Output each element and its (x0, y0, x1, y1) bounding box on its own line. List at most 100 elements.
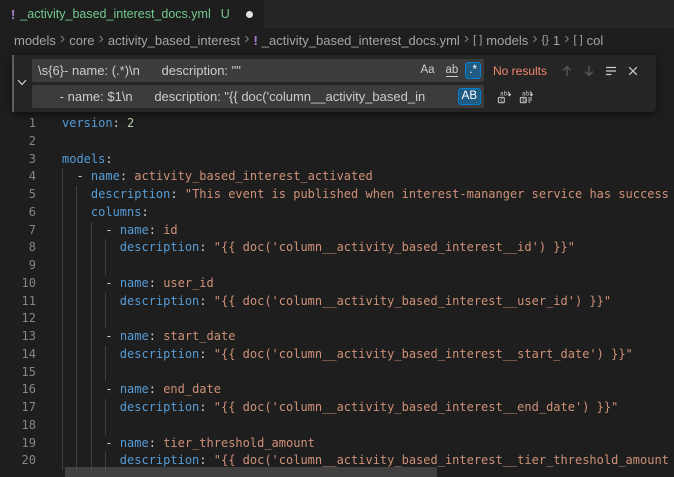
code-line[interactable]: 15 (0, 364, 674, 382)
close-icon[interactable] (623, 61, 643, 81)
replace-input-value: - name: $1\n description: "{{ doc('colum… (38, 89, 458, 104)
indent-guide (91, 293, 92, 311)
indent-guide (62, 435, 63, 453)
toggle-replace-button[interactable] (12, 55, 32, 112)
indent-guide (62, 381, 63, 399)
line-number: 9 (0, 257, 62, 275)
code-line[interactable]: 5 description: "This event is published … (0, 186, 674, 204)
modified-dot-icon[interactable] (246, 11, 253, 18)
find-resize-sash[interactable] (12, 55, 14, 112)
replace-button[interactable]: ab c (494, 87, 514, 107)
results-count: No results (493, 64, 555, 78)
code-line[interactable]: 6 columns: (0, 204, 674, 222)
indent-guide (91, 346, 92, 364)
previous-match-button[interactable] (557, 61, 577, 81)
breadcrumb-item[interactable]: [ ]col (573, 33, 603, 48)
indent-guide (91, 364, 92, 382)
indent-guide (62, 239, 63, 257)
find-input[interactable]: \s{6}- name: (.*)\n description: "" Aa a… (32, 59, 484, 82)
line-number: 17 (0, 399, 62, 417)
indent-guide (76, 239, 77, 257)
replace-input[interactable]: - name: $1\n description: "{{ doc('colum… (32, 85, 484, 108)
vscode-window: ! _activity_based_interest_docs.yml U mo… (0, 0, 674, 477)
code-line[interactable]: 16 - name: end_date (0, 381, 674, 399)
code-line[interactable]: 3models: (0, 151, 674, 169)
chevron-down-icon (16, 75, 28, 93)
line-number: 18 (0, 417, 62, 435)
line-number: 4 (0, 168, 62, 186)
breadcrumb-label: activity_based_interest (108, 33, 240, 48)
breadcrumb-item[interactable]: activity_based_interest (108, 33, 240, 48)
indent-guide (91, 399, 92, 417)
code-line[interactable]: 19 - name: tier_threshold_amount (0, 435, 674, 453)
replace-all-button[interactable]: ab b (516, 87, 536, 107)
line-number: 6 (0, 204, 62, 222)
preserve-case-toggle[interactable]: AB (458, 88, 481, 105)
indent-guide (91, 381, 92, 399)
svg-text:b: b (522, 96, 526, 103)
find-in-selection-button[interactable] (601, 61, 621, 81)
code-line[interactable]: 4 - name: activity_based_interest_activa… (0, 168, 674, 186)
breadcrumb-separator-icon: › (528, 31, 541, 47)
code-line[interactable]: 12 (0, 310, 674, 328)
indent-guide (105, 399, 106, 417)
breadcrumb-label: col (587, 33, 604, 48)
code-line[interactable]: 7 - name: id (0, 222, 674, 240)
find-widget: \s{6}- name: (.*)\n description: "" Aa a… (12, 55, 656, 112)
editor-area: \s{6}- name: (.*)\n description: "" Aa a… (0, 52, 674, 477)
tab-active[interactable]: ! _activity_based_interest_docs.yml U (0, 0, 264, 28)
indent-guide (91, 275, 92, 293)
indent-guide (62, 204, 63, 222)
indent-guide (62, 168, 63, 186)
code-line[interactable]: 13 - name: start_date (0, 328, 674, 346)
line-number: 1 (0, 115, 62, 133)
code-line[interactable]: 18 (0, 417, 674, 435)
indent-guide (91, 310, 92, 328)
horizontal-scrollbar[interactable] (65, 467, 437, 477)
breadcrumb-item[interactable]: !_activity_based_interest_docs.yml (253, 33, 459, 48)
tab-title: _activity_based_interest_docs.yml (20, 7, 210, 21)
code-line[interactable]: 17 description: "{{ doc('column__activit… (0, 399, 674, 417)
indent-guide (62, 222, 63, 240)
whole-word-toggle[interactable]: ab (442, 62, 463, 79)
indent-guide (105, 364, 106, 382)
indent-guide (105, 293, 106, 311)
indent-guide (62, 417, 63, 435)
code-line[interactable]: 11 description: "{{ doc('column__activit… (0, 293, 674, 311)
code-line[interactable]: 1version: 2 (0, 115, 674, 133)
symbol-array-icon: [ ] (473, 34, 482, 46)
line-number: 15 (0, 364, 62, 382)
breadcrumb-item[interactable]: [ ] models (473, 33, 528, 48)
line-number: 10 (0, 275, 62, 293)
breadcrumb-label: models (486, 33, 528, 48)
code-line[interactable]: 2 (0, 133, 674, 151)
indent-guide (105, 257, 106, 275)
indent-guide (91, 222, 92, 240)
match-case-toggle[interactable]: Aa (416, 62, 438, 79)
breadcrumb-separator-icon: › (95, 31, 108, 47)
breadcrumb-item[interactable]: core (69, 33, 94, 48)
code-line[interactable]: 8 description: "{{ doc('column__activity… (0, 239, 674, 257)
regex-toggle[interactable]: .* (465, 62, 481, 79)
code-line[interactable]: 10 - name: user_id (0, 275, 674, 293)
code-line[interactable]: 9 (0, 257, 674, 275)
indent-guide (76, 222, 77, 240)
line-number: 12 (0, 310, 62, 328)
line-number: 3 (0, 151, 62, 169)
next-match-button[interactable] (579, 61, 599, 81)
code-line[interactable]: 14 description: "{{ doc('column__activit… (0, 346, 674, 364)
line-number: 19 (0, 435, 62, 453)
indent-guide (62, 186, 63, 204)
line-number: 7 (0, 222, 62, 240)
indent-guide (91, 417, 92, 435)
indent-guide (105, 417, 106, 435)
indent-guide (62, 452, 63, 470)
indent-guide (76, 381, 77, 399)
breadcrumb-separator-icon: › (240, 31, 253, 47)
breadcrumb-label: 1 (553, 33, 560, 48)
indent-guide (76, 364, 77, 382)
line-number: 13 (0, 328, 62, 346)
breadcrumb-item[interactable]: {}1 (542, 33, 561, 48)
breadcrumb-separator-icon: › (460, 31, 473, 47)
breadcrumb-item[interactable]: models (14, 33, 56, 48)
